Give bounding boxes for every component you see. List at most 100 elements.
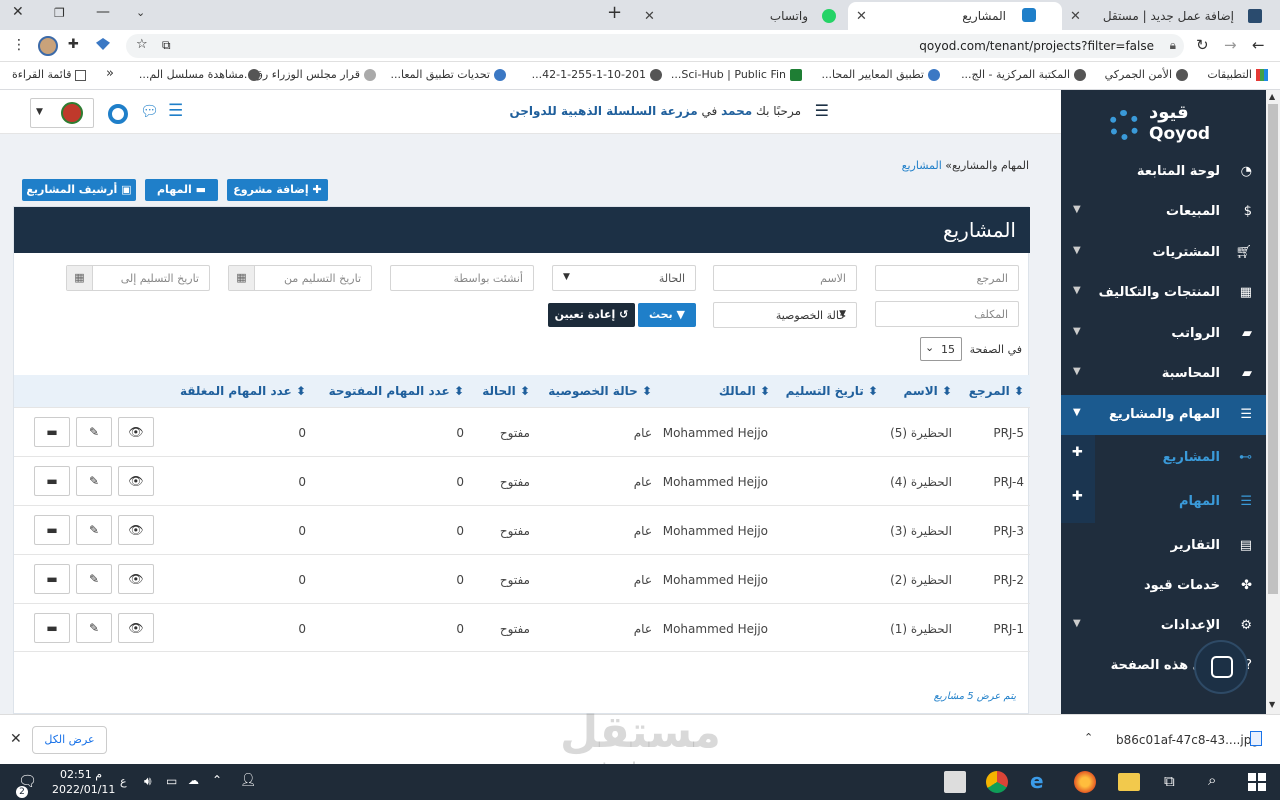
chrome-icon[interactable] bbox=[986, 771, 1008, 793]
assignee-filter-input[interactable]: المكلف bbox=[875, 301, 1019, 327]
close-tab-icon[interactable]: ✕ bbox=[856, 9, 867, 24]
clock-time[interactable]: 02:51 م bbox=[60, 768, 102, 781]
edit-button[interactable]: ✎ bbox=[76, 417, 112, 447]
cell-name[interactable]: الحظيرة (5) bbox=[890, 426, 952, 440]
restore-window-icon[interactable]: ❐ bbox=[54, 6, 65, 20]
view-button[interactable]: 👁︎ bbox=[118, 466, 154, 496]
bookmark-star-icon[interactable]: ☆ bbox=[136, 37, 148, 52]
cell-reference[interactable]: PRJ-4 bbox=[993, 475, 1024, 489]
bookmark-item[interactable]: Sci-Hub | Public Fin... bbox=[671, 68, 802, 81]
status-select[interactable]: الحالة ▼ bbox=[552, 265, 696, 291]
company-switcher[interactable]: ▼ bbox=[30, 98, 94, 128]
column-header[interactable]: عدد المهام المفتوحة ⬍ bbox=[329, 384, 464, 398]
sidebar-item-products[interactable]: ▦ المنتجات والتكاليف ▼ bbox=[1061, 273, 1266, 313]
view-button[interactable]: 👁︎ bbox=[118, 564, 154, 594]
scroll-thumb[interactable] bbox=[1268, 104, 1278, 594]
network-icon[interactable]: ▭ bbox=[166, 774, 177, 788]
cell-name[interactable]: الحظيرة (3) bbox=[890, 524, 952, 538]
cell-reference[interactable]: PRJ-1 bbox=[993, 622, 1024, 636]
add-project-button[interactable]: إضافة مشروع ✚ bbox=[227, 179, 328, 201]
sidebar-item-tasks[interactable]: ☰ المهام bbox=[1095, 482, 1266, 522]
bookmark-item[interactable]: تحديات تطبيق المعا... bbox=[390, 68, 506, 81]
sidebar-item-projects[interactable]: ⊶ المشاريع bbox=[1095, 438, 1266, 478]
reference-filter-input[interactable]: المرجع bbox=[875, 265, 1019, 291]
qoyod-logo[interactable]: قيود Qoyod bbox=[1109, 102, 1219, 144]
tab-projects[interactable]: ✕ المشاريع bbox=[848, 2, 1062, 30]
close-tab-icon[interactable]: ✕ bbox=[644, 9, 655, 24]
share-icon[interactable]: ⧉ bbox=[162, 38, 171, 53]
archive-button[interactable]: ▬ bbox=[34, 466, 70, 496]
column-header[interactable]: الحالة ⬍ bbox=[482, 384, 530, 398]
plus-icon[interactable]: ✚ bbox=[1072, 445, 1083, 460]
archive-button[interactable]: ▬ bbox=[34, 613, 70, 643]
tab-whatsapp[interactable]: ✕ واتساب bbox=[636, 2, 846, 30]
name-filter-input[interactable]: الاسم bbox=[713, 265, 857, 291]
extension-icon[interactable] bbox=[96, 38, 110, 50]
app-icon[interactable] bbox=[944, 771, 966, 793]
back-icon[interactable]: ← bbox=[1252, 36, 1265, 54]
delivery-from-input[interactable]: تاريخ التسليم من ▦ bbox=[228, 265, 372, 291]
tray-chevron-icon[interactable]: ⌃ bbox=[212, 773, 222, 787]
company-name[interactable]: مزرعة السلسلة الذهبية للدواجن bbox=[509, 104, 697, 118]
list-icon[interactable]: ☰ bbox=[168, 101, 183, 121]
created-by-input[interactable]: أنشئت بواسطة bbox=[390, 265, 534, 291]
edit-button[interactable]: ✎ bbox=[76, 564, 112, 594]
cell-name[interactable]: الحظيرة (1) bbox=[890, 622, 952, 636]
sidebar-item-purchases[interactable]: 🛒︎ المشتريات ▼ bbox=[1061, 233, 1266, 273]
minimize-window-icon[interactable]: — bbox=[96, 4, 110, 20]
edit-button[interactable]: ✎ bbox=[76, 613, 112, 643]
tab-search-icon[interactable]: ⌄ bbox=[136, 6, 145, 19]
close-download-bar-icon[interactable]: ✕ bbox=[10, 731, 22, 747]
sidebar-item-reports[interactable]: ▤ التقارير bbox=[1061, 526, 1266, 566]
cell-reference[interactable]: PRJ-2 bbox=[993, 573, 1024, 587]
cell-name[interactable]: الحظيرة (4) bbox=[890, 475, 952, 489]
column-header[interactable]: المرجع ⬍ bbox=[969, 384, 1024, 398]
plus-icon[interactable]: ✚ bbox=[1072, 489, 1083, 504]
onedrive-icon[interactable]: ☁ bbox=[188, 774, 199, 787]
chat-launcher[interactable] bbox=[1194, 640, 1248, 694]
bookmark-item[interactable]: مشاهدة مسلسل الم... bbox=[139, 68, 260, 81]
column-header[interactable]: الاسم ⬍ bbox=[903, 384, 952, 398]
sidebar-item-settings[interactable]: ⚙ الإعدادات ▼ bbox=[1061, 606, 1266, 646]
new-tab-icon[interactable]: + bbox=[607, 2, 622, 23]
bookmark-item[interactable]: تطبيق المعايير المحا... bbox=[822, 68, 940, 81]
view-button[interactable]: 👁︎ bbox=[118, 515, 154, 545]
search-button[interactable]: بحث ▼ bbox=[638, 303, 696, 327]
archive-button[interactable]: ▬ bbox=[34, 417, 70, 447]
sidebar-item-tasks-projects[interactable]: ☰ المهام والمشاريع ▼ bbox=[1061, 395, 1266, 435]
scrollbar[interactable]: ▲ ▼ bbox=[1266, 90, 1280, 714]
sidebar-item-payroll[interactable]: ▰ الرواتب ▼ bbox=[1061, 314, 1266, 354]
language-indicator[interactable]: ع bbox=[120, 775, 127, 788]
user-name[interactable]: محمد bbox=[721, 104, 752, 118]
close-tab-icon[interactable]: ✕ bbox=[1070, 9, 1081, 24]
download-item[interactable]: ⌃ b86c01af-47c8-43....jpg bbox=[1070, 721, 1280, 759]
tasks-button[interactable]: المهام ▬ bbox=[145, 179, 218, 201]
scroll-down-icon[interactable]: ▼ bbox=[1269, 700, 1275, 709]
extensions-icon[interactable]: ✚ bbox=[68, 37, 79, 52]
firefox-icon[interactable] bbox=[1074, 771, 1096, 793]
archive-button[interactable]: ▬ bbox=[34, 564, 70, 594]
menu-dots-icon[interactable]: ⋮ bbox=[12, 37, 26, 53]
windows-start-icon[interactable] bbox=[1248, 773, 1266, 791]
cell-reference[interactable]: PRJ-5 bbox=[993, 426, 1024, 440]
close-window-icon[interactable]: ✕ bbox=[12, 4, 24, 20]
privacy-select[interactable]: حالة الخصوصية ▼ bbox=[713, 302, 857, 328]
tab-mostaql[interactable]: ✕ إضافة عمل جديد | مستقل bbox=[1062, 2, 1272, 30]
chat-icon[interactable]: 💬︎ bbox=[140, 102, 159, 120]
view-button[interactable]: 👁︎ bbox=[118, 417, 154, 447]
support-lifebuoy-icon[interactable] bbox=[108, 104, 128, 124]
bookmark-apps[interactable]: التطبيقات bbox=[1207, 68, 1268, 81]
file-explorer-icon[interactable] bbox=[1118, 773, 1140, 791]
calendar-icon[interactable]: ▦ bbox=[229, 266, 255, 290]
edit-button[interactable]: ✎ bbox=[76, 466, 112, 496]
archive-projects-button[interactable]: أرشيف المشاريع ▣ bbox=[22, 179, 136, 201]
more-bookmarks-icon[interactable]: » bbox=[106, 66, 114, 81]
show-all-button[interactable]: عرض الكل bbox=[32, 726, 107, 754]
forward-icon[interactable]: → bbox=[1224, 36, 1237, 54]
edit-button[interactable]: ✎ bbox=[76, 515, 112, 545]
sidebar-item-services[interactable]: ✤ خدمات قيود bbox=[1061, 566, 1266, 606]
delivery-to-input[interactable]: تاريخ التسليم إلى ▦ bbox=[66, 265, 210, 291]
reset-button[interactable]: إعادة تعيين ↺ bbox=[548, 303, 635, 327]
chevron-up-icon[interactable]: ⌃ bbox=[1084, 731, 1093, 744]
cell-name[interactable]: الحظيرة (2) bbox=[890, 573, 952, 587]
